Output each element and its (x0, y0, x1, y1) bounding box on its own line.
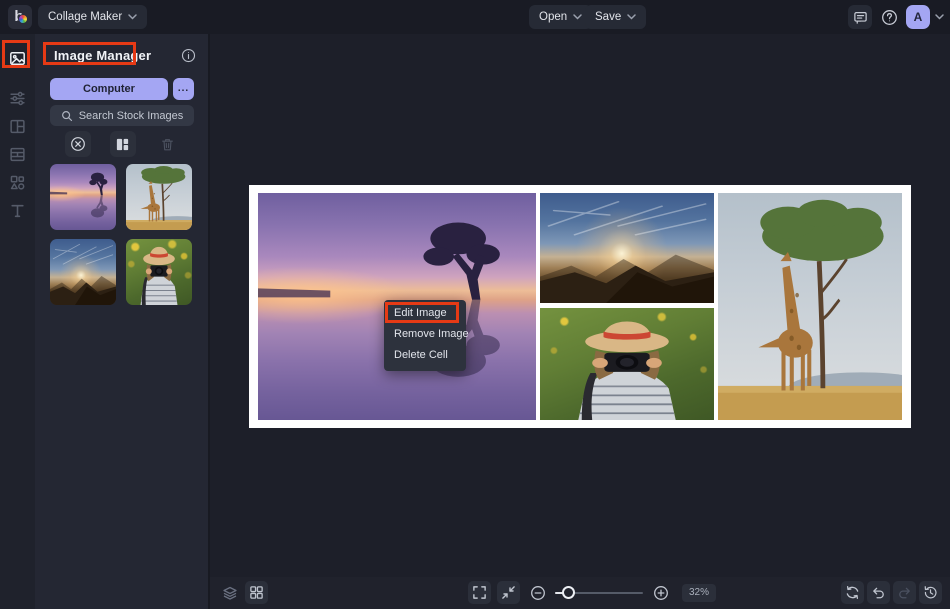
giraffe-art (126, 164, 192, 230)
add-to-collage-button[interactable] (110, 131, 136, 157)
thumbnail-giraffe-acacia-tree[interactable] (126, 164, 192, 230)
mode-selector-button[interactable]: Collage Maker (38, 5, 147, 29)
rail-item-graphics[interactable] (0, 168, 35, 196)
rail-item-text[interactable] (0, 196, 35, 224)
reset-icon (845, 585, 860, 600)
menu-item-delete-cell[interactable]: Delete Cell (384, 345, 466, 366)
mountain-art (50, 239, 116, 305)
zoom-slider-handle[interactable] (562, 586, 575, 599)
avatar[interactable]: A (906, 5, 930, 29)
layers-button[interactable] (218, 581, 241, 604)
shapes-icon (9, 174, 26, 191)
open-label: Open (539, 11, 567, 23)
photographer-art (126, 239, 192, 305)
zoom-slider[interactable] (555, 581, 643, 604)
chevron-down-icon (573, 14, 582, 20)
mountain-art (540, 193, 714, 303)
history-button[interactable] (919, 581, 942, 604)
search-icon (61, 110, 73, 122)
rail-item-image-manager[interactable] (0, 44, 35, 72)
zoom-out-button[interactable] (526, 581, 549, 604)
top-bar: b Collage Maker Open Save A (0, 0, 950, 34)
giraffe-art (718, 193, 902, 420)
question-mark-icon (881, 9, 898, 26)
stock-search-input[interactable]: Search Stock Images (50, 105, 194, 126)
save-label: Save (595, 11, 621, 23)
info-button[interactable] (181, 48, 196, 63)
canvas-area[interactable]: Edit Image Remove Image Delete Cell (210, 34, 950, 577)
redo-button[interactable] (893, 581, 916, 604)
grid-view-icon (249, 585, 264, 600)
delete-images-button[interactable] (154, 131, 180, 157)
rail-item-edit[interactable] (0, 84, 35, 112)
ellipsis-icon: ... (178, 83, 189, 94)
save-button[interactable]: Save (585, 5, 646, 29)
logo-color-wheel-icon (18, 14, 28, 24)
fullscreen-button[interactable] (468, 581, 491, 604)
text-icon (9, 202, 26, 219)
mode-label: Collage Maker (48, 11, 122, 23)
avatar-letter: A (914, 10, 923, 24)
feedback-button[interactable] (848, 5, 872, 29)
collage-board (249, 185, 911, 428)
computer-label: Computer (83, 83, 135, 95)
reset-button[interactable] (841, 581, 864, 604)
info-icon (181, 48, 196, 63)
thumbnail-purple-lake-sunset[interactable] (50, 164, 116, 230)
fit-screen-button[interactable] (497, 581, 520, 604)
redo-icon (897, 585, 912, 600)
chevron-down-icon (627, 14, 636, 20)
image-icon (9, 50, 26, 67)
layers-icon (222, 585, 238, 601)
collage-cell-mountain-sunrise[interactable] (540, 193, 714, 303)
deselect-all-icon (70, 136, 86, 152)
cell-context-menu: Edit Image Remove Image Delete Cell (384, 300, 466, 371)
more-sources-button[interactable]: ... (173, 78, 194, 100)
rows-icon (9, 146, 26, 163)
rail-item-patterns[interactable] (0, 140, 35, 168)
menu-item-remove-image[interactable]: Remove Image (384, 324, 466, 345)
zoom-level-badge: 32% (682, 584, 716, 602)
menu-item-edit-image[interactable]: Edit Image (384, 303, 466, 324)
photographer-art (540, 308, 714, 420)
undo-button[interactable] (867, 581, 890, 604)
tools-rail (0, 34, 35, 609)
stock-search-placeholder: Search Stock Images (79, 110, 184, 122)
trash-icon (160, 137, 175, 152)
open-button[interactable]: Open (529, 5, 592, 29)
zoom-in-icon (653, 585, 669, 601)
undo-icon (871, 585, 886, 600)
rail-item-layouts[interactable] (0, 112, 35, 140)
chevron-down-icon (128, 14, 137, 20)
fullscreen-icon (472, 585, 487, 600)
thumbnail-woman-with-camera[interactable] (126, 239, 192, 305)
zoom-in-button[interactable] (649, 581, 672, 604)
image-manager-panel: Image Manager Computer ... Search Stock … (35, 34, 210, 609)
account-chevron-down-icon[interactable] (935, 14, 944, 20)
add-to-collage-icon (115, 137, 130, 152)
thumbnail-grid (50, 164, 192, 305)
collage-cell-giraffe-acacia-tree[interactable] (718, 193, 902, 420)
history-icon (923, 585, 938, 600)
zoom-out-icon (530, 585, 546, 601)
grid-view-button[interactable] (245, 581, 268, 604)
app-logo[interactable]: b (8, 5, 32, 29)
sliders-icon (9, 90, 26, 107)
computer-upload-button[interactable]: Computer (50, 78, 168, 100)
panel-title: Image Manager (50, 46, 155, 65)
deselect-all-button[interactable] (65, 131, 91, 157)
thumbnail-mountain-sunrise[interactable] (50, 239, 116, 305)
chat-bubble-icon (853, 10, 868, 25)
lake-tree-art (50, 164, 116, 230)
help-button[interactable] (877, 5, 901, 29)
layout-icon (9, 118, 26, 135)
bottom-bar: 32% (210, 577, 950, 609)
collage-cell-woman-with-camera[interactable] (540, 308, 714, 420)
fit-screen-icon (501, 585, 516, 600)
